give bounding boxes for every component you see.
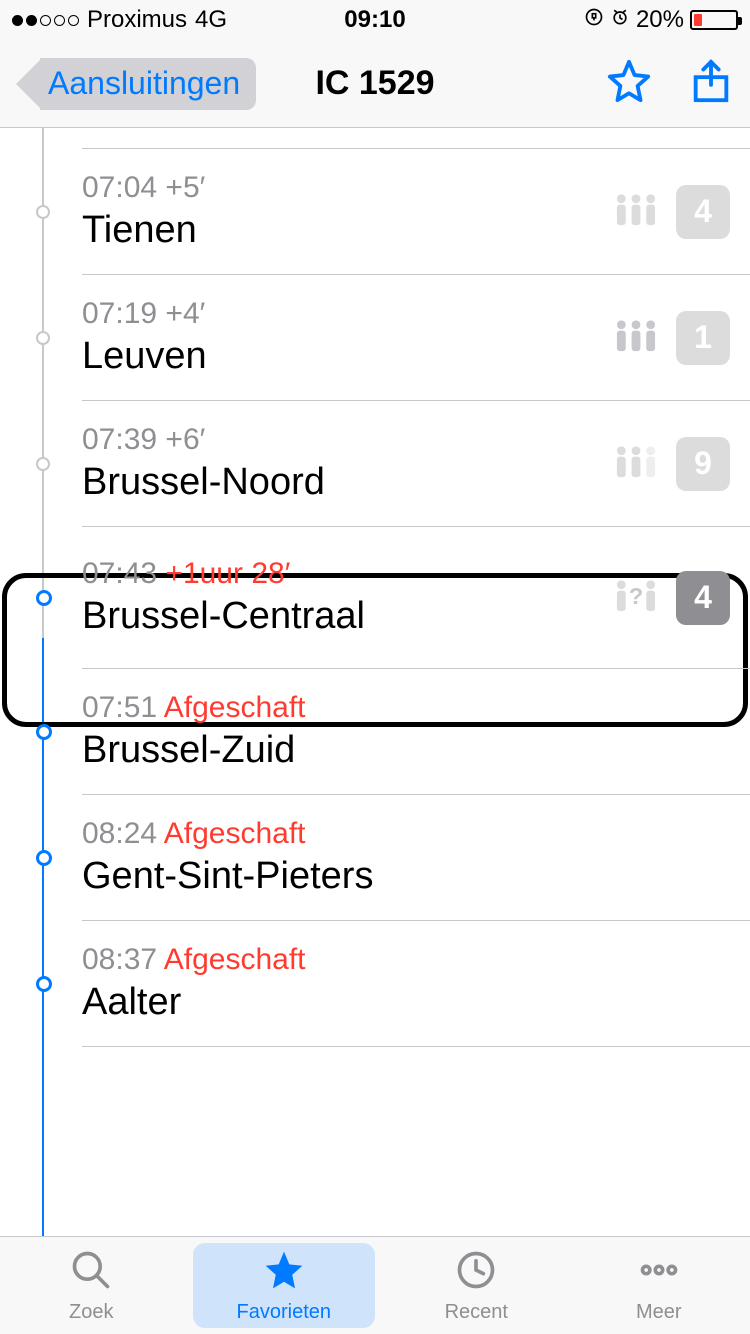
clock-icon — [454, 1248, 498, 1297]
more-icon — [637, 1248, 681, 1297]
nav-bar: Aansluitingen IC 1529 — [0, 40, 750, 128]
svg-text:?: ? — [629, 583, 643, 609]
stop-row[interactable]: 07:39 +6′ Brussel-Noord 9 — [82, 401, 750, 527]
stop-name-label: Gent-Sint-Pieters — [82, 855, 730, 898]
network-label: 4G — [195, 6, 227, 34]
status-left: Proximus 4G — [12, 6, 227, 34]
stop-time-label: 07:51 Afgeschaft — [82, 691, 730, 725]
stop-name-label: Leuven — [82, 335, 614, 378]
stop-dot-icon — [36, 724, 52, 740]
signal-strength-icon — [12, 15, 79, 26]
stop-dot-icon — [36, 205, 50, 219]
stop-dot-icon — [36, 976, 52, 992]
status-right: 20% — [584, 6, 738, 34]
stop-time-label: 08:24 Afgeschaft — [82, 817, 730, 851]
back-button-label: Aansluitingen — [40, 58, 256, 110]
stop-name-label: Brussel-Centraal — [82, 595, 614, 638]
stop-dot-icon — [36, 590, 52, 606]
stop-row[interactable]: 08:24 Afgeschaft Gent-Sint-Pieters — [82, 795, 750, 921]
favorite-button[interactable] — [606, 58, 652, 109]
stop-time-label: 07:19 +4′ — [82, 297, 614, 331]
stop-delay-label: +5′ — [165, 171, 205, 204]
platform-badge: 9 — [676, 437, 730, 491]
stop-time-label: 07:39 +6′ — [82, 423, 614, 457]
clock-label: 09:10 — [344, 6, 405, 34]
tab-label: Zoek — [69, 1301, 113, 1324]
stop-dot-icon — [36, 457, 50, 471]
back-button[interactable]: Aansluitingen — [16, 58, 256, 110]
share-button[interactable] — [688, 58, 734, 109]
stop-name-label: Brussel-Zuid — [82, 729, 730, 772]
stop-delay-label: Afgeschaft — [164, 817, 306, 850]
stop-delay-label: +4′ — [165, 297, 205, 330]
orientation-lock-icon — [584, 6, 604, 34]
star-icon — [262, 1248, 306, 1297]
platform-badge: 4 — [676, 571, 730, 625]
search-icon — [69, 1248, 113, 1297]
tab-recent[interactable]: Recent — [385, 1237, 568, 1334]
tab-label: Recent — [445, 1301, 508, 1324]
page-title: IC 1529 — [315, 64, 434, 103]
stop-row[interactable]: 07:04 +5′ Tienen 4 — [82, 148, 750, 275]
stop-list: 07:04 +5′ Tienen 4 07:19 +4′ Leuven — [0, 148, 750, 1047]
status-bar: Proximus 4G 09:10 20% — [0, 0, 750, 40]
stop-dot-icon — [36, 850, 52, 866]
battery-icon — [690, 10, 738, 30]
stop-row[interactable]: 07:43 +1uur 28′ Brussel-Centraal ? 4 — [82, 527, 750, 669]
stop-delay-label: Afgeschaft — [164, 691, 306, 724]
platform-badge: 1 — [676, 311, 730, 365]
carrier-label: Proximus — [87, 6, 187, 34]
occupancy-icon: ? — [614, 573, 658, 622]
stop-delay-label: Afgeschaft — [164, 943, 306, 976]
stop-row[interactable]: 07:51 Afgeschaft Brussel-Zuid — [82, 669, 750, 795]
stop-name-label: Tienen — [82, 209, 614, 252]
stop-dot-icon — [36, 331, 50, 345]
battery-pct-label: 20% — [636, 6, 684, 34]
occupancy-icon — [614, 187, 658, 236]
stop-delay-label: +6′ — [165, 423, 205, 456]
stop-name-label: Aalter — [82, 981, 730, 1024]
occupancy-icon — [614, 313, 658, 362]
tab-search[interactable]: Zoek — [0, 1237, 183, 1334]
platform-badge: 4 — [676, 185, 730, 239]
alarm-icon — [610, 6, 630, 34]
tab-label: Meer — [636, 1301, 682, 1324]
stop-name-label: Brussel-Noord — [82, 461, 614, 504]
tab-favorites[interactable]: Favorieten — [193, 1243, 376, 1328]
stop-time-label: 08:37 Afgeschaft — [82, 943, 730, 977]
tab-bar: Zoek Favorieten Recent Meer — [0, 1236, 750, 1334]
tab-label: Favorieten — [237, 1301, 332, 1324]
stop-time-label: 07:04 +5′ — [82, 171, 614, 205]
tab-more[interactable]: Meer — [568, 1237, 750, 1334]
stop-row[interactable]: 08:37 Afgeschaft Aalter — [82, 921, 750, 1047]
stop-row[interactable]: 07:19 +4′ Leuven 1 — [82, 275, 750, 401]
stop-delay-label: +1uur 28′ — [165, 557, 290, 590]
stop-time-label: 07:43 +1uur 28′ — [82, 557, 614, 591]
occupancy-icon — [614, 439, 658, 488]
content-area[interactable]: 07:04 +5′ Tienen 4 07:19 +4′ Leuven — [0, 128, 750, 1236]
